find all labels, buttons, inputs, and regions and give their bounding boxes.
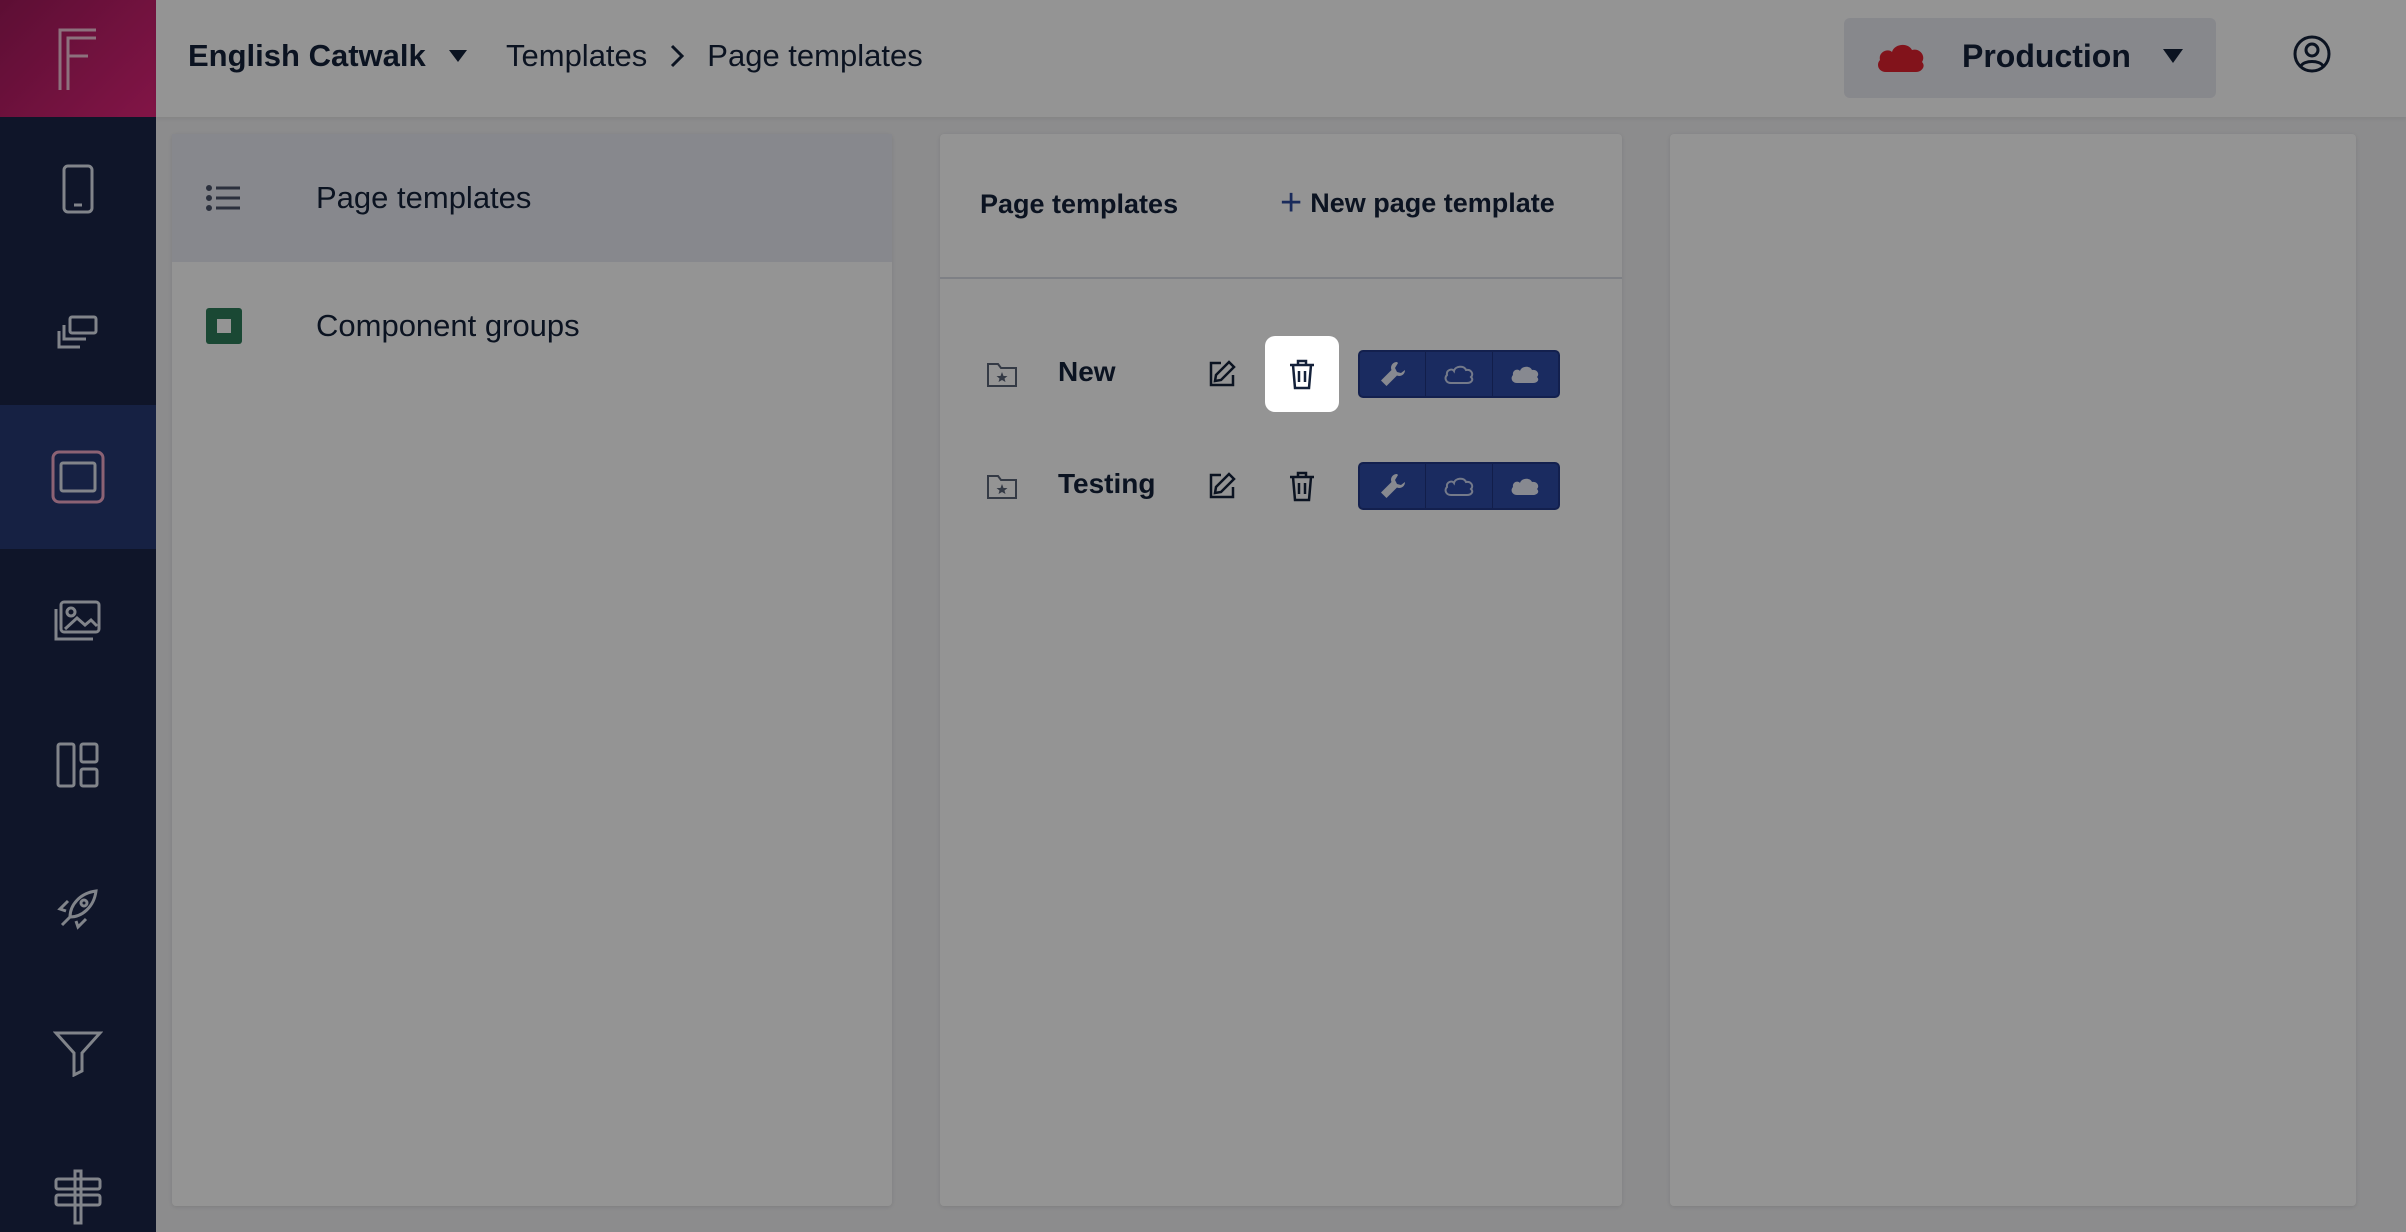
rail-item-deploy[interactable] xyxy=(0,837,156,981)
template-name: New xyxy=(1058,356,1116,387)
layers-icon xyxy=(57,315,98,349)
plus-icon: + xyxy=(1280,182,1303,224)
panel-header: Page templates + New page template xyxy=(940,134,1622,279)
breadcrumb-templates[interactable]: Templates xyxy=(506,38,647,74)
templates-menu-panel: Page templates Component groups xyxy=(172,134,892,1206)
menu-item-label: Page templates xyxy=(316,180,532,215)
chevron-right-icon xyxy=(671,44,685,68)
top-bar: English Catwalk Templates Page templates… xyxy=(156,0,2406,117)
folder-star-icon xyxy=(987,363,1017,387)
menu-item-page-templates[interactable]: Page templates xyxy=(172,134,892,262)
trash-icon xyxy=(1290,471,1314,502)
rail-item-media[interactable] xyxy=(0,549,156,693)
rail-item-templates[interactable] xyxy=(0,405,156,549)
rail-item-filters[interactable] xyxy=(0,981,156,1125)
rail-item-apps[interactable] xyxy=(0,117,156,261)
wrench-icon xyxy=(1380,362,1405,386)
left-rail xyxy=(0,0,156,1232)
new-page-template-button[interactable]: + New page template xyxy=(1280,184,1555,222)
template-row: Testing xyxy=(940,446,1622,526)
detail-panel xyxy=(1670,134,2356,1206)
page-templates-panel: Page templates + New page template New T… xyxy=(940,134,1622,1206)
environment-label: Production xyxy=(1962,38,2131,74)
square-icon xyxy=(206,308,242,344)
user-circle-icon xyxy=(2293,35,2331,73)
edit-icon xyxy=(1209,360,1236,387)
cloud-icon xyxy=(1511,478,1539,495)
edit-button[interactable] xyxy=(1202,354,1242,394)
user-account-button[interactable] xyxy=(2292,34,2332,74)
breadcrumb-page-templates[interactable]: Page templates xyxy=(707,38,922,74)
mobile-icon xyxy=(62,164,94,214)
browser-window-icon xyxy=(51,450,105,504)
filter-icon xyxy=(53,1031,103,1077)
menu-item-component-groups[interactable]: Component groups xyxy=(172,262,892,390)
deploy-staging-button[interactable] xyxy=(1426,352,1493,396)
cloud-outline-icon xyxy=(1444,477,1474,496)
dashboard-layout-icon xyxy=(56,742,99,788)
environment-selector[interactable]: Production xyxy=(1844,18,2216,98)
panel-title: Page templates xyxy=(980,189,1179,219)
folder-star-icon xyxy=(987,475,1017,499)
deploy-button-group xyxy=(1358,462,1560,510)
edit-icon xyxy=(1209,472,1236,499)
deploy-button-group xyxy=(1358,350,1560,398)
project-switcher[interactable]: English Catwalk xyxy=(188,36,468,76)
caret-down-icon xyxy=(448,50,467,62)
rail-item-dashboards[interactable] xyxy=(0,693,156,837)
app-logo[interactable] xyxy=(0,0,156,117)
deploy-dev-button[interactable] xyxy=(1360,464,1427,508)
logo-icon xyxy=(58,28,96,90)
breadcrumb: Templates Page templates xyxy=(506,36,923,76)
rocket-icon xyxy=(57,889,98,930)
cloud-icon xyxy=(1878,44,1924,72)
wrench-icon xyxy=(1380,474,1405,498)
deploy-dev-button[interactable] xyxy=(1360,352,1427,396)
deploy-production-button[interactable] xyxy=(1493,352,1558,396)
deploy-production-button[interactable] xyxy=(1493,464,1558,508)
new-page-template-label: New page template xyxy=(1310,187,1555,218)
template-name: Testing xyxy=(1058,468,1156,499)
edit-button[interactable] xyxy=(1202,466,1242,506)
rail-item-navigation[interactable] xyxy=(0,1125,156,1232)
list-icon xyxy=(206,185,240,211)
images-icon xyxy=(54,600,101,641)
trash-icon xyxy=(1290,359,1314,390)
delete-button[interactable] xyxy=(1265,448,1339,524)
menu-item-label: Component groups xyxy=(316,308,580,343)
caret-down-icon xyxy=(2163,49,2183,63)
signpost-icon xyxy=(54,1169,102,1225)
project-name: English Catwalk xyxy=(188,38,426,73)
rail-item-collections[interactable] xyxy=(0,261,156,405)
cloud-icon xyxy=(1511,366,1539,383)
cloud-outline-icon xyxy=(1444,365,1474,384)
highlighted-delete-button[interactable] xyxy=(1265,336,1339,412)
deploy-staging-button[interactable] xyxy=(1426,464,1493,508)
